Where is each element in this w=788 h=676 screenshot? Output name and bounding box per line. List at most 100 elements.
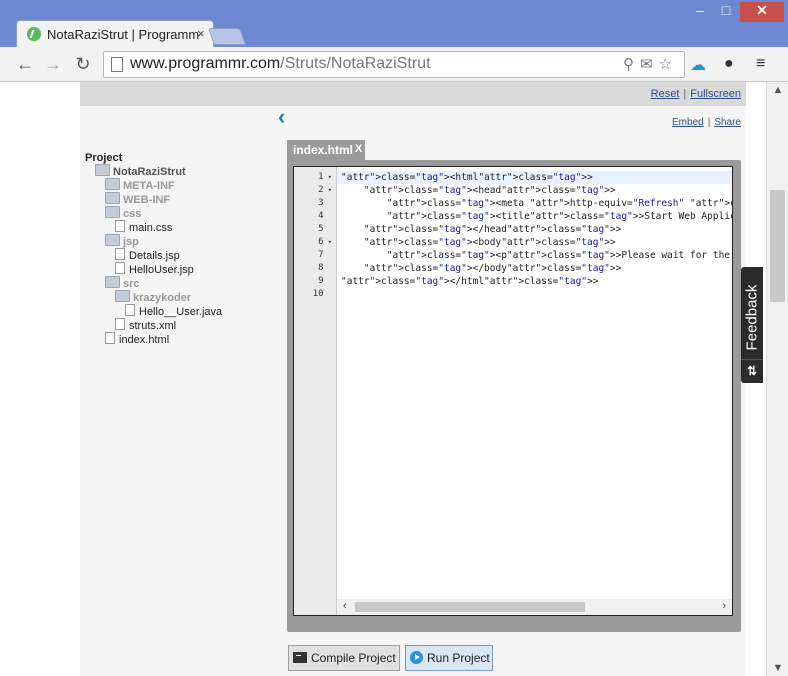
top-bar: Reset | Fullscreen	[80, 82, 746, 106]
url-path: /Struts/NotaRaziStrut	[280, 55, 431, 72]
folder-icon	[105, 178, 120, 190]
tree-item-label: WEB-INF	[123, 194, 171, 206]
compile-project-button[interactable]: Compile Project	[288, 645, 400, 671]
file-icon	[115, 262, 125, 274]
tree-folder[interactable]: src	[105, 276, 140, 290]
tab-close-icon[interactable]: ×	[197, 26, 205, 41]
reset-link[interactable]: Reset	[651, 88, 680, 100]
folder-icon	[115, 290, 130, 302]
reload-icon[interactable]: ↻	[72, 53, 94, 75]
code-editor[interactable]: 1 ▾ 2 ▾ 3 4 5 6 ▾ 7 8 9 10 "attr">class="ta…	[293, 166, 733, 616]
line-number: 7	[294, 250, 332, 260]
run-project-button[interactable]: Run Project	[405, 645, 493, 671]
scroll-up-icon[interactable]: ▲	[767, 84, 788, 96]
cloud-extension-icon[interactable]: ☁	[690, 55, 706, 75]
tree-folder[interactable]: WEB-INF	[105, 192, 170, 206]
horizontal-scrollbar[interactable]: ‹ ›	[337, 599, 732, 615]
horizontal-scroll-thumb[interactable]	[355, 602, 585, 612]
tree-root-label: Project	[85, 152, 123, 164]
vertical-scroll-thumb[interactable]	[770, 190, 785, 302]
tree-file[interactable]: Details.jsp	[115, 248, 180, 262]
separator: |	[707, 117, 711, 128]
line-number-text: 10	[312, 289, 324, 299]
fold-arrow-icon[interactable]: ▾	[324, 173, 332, 181]
fold-arrow-icon[interactable]: ▾	[324, 238, 332, 246]
scroll-down-icon[interactable]: ▼	[767, 662, 788, 674]
forward-arrow-icon[interactable]: →	[42, 53, 64, 75]
code-line: "attr">class="tag"><html"attr">class="ta…	[341, 172, 593, 183]
editor-tab-close-icon[interactable]: X	[355, 143, 362, 155]
code-line: "attr">class="tag"><body"attr">class="ta…	[363, 237, 616, 248]
vertical-scrollbar[interactable]: ▲ ▼	[766, 82, 788, 676]
back-arrow-icon[interactable]: ←	[14, 53, 36, 75]
tree-folder[interactable]: jsp	[105, 234, 139, 248]
line-number: 4	[294, 211, 332, 221]
scroll-left-icon[interactable]: ‹	[343, 600, 347, 612]
maximize-button[interactable]: □	[714, 2, 738, 22]
bookmark-star-icon[interactable]: ☆	[659, 56, 678, 73]
zoom-icon[interactable]: ⚲	[623, 56, 640, 73]
tree-item-label: jsp	[123, 236, 139, 248]
tree-file[interactable]: HelloUser.jsp	[115, 262, 194, 276]
code-line: "attr">class="tag"><meta "attr">http-equ…	[386, 198, 732, 209]
browser-toolbar: ← → ↻ www.programmr.com/Struts/NotaRaziS…	[0, 47, 788, 82]
tree-file[interactable]: struts.xml	[115, 318, 176, 332]
menu-icon[interactable]: ≡	[756, 55, 765, 73]
scroll-right-icon[interactable]: ›	[722, 600, 726, 612]
tree-folder[interactable]: krazykoder	[115, 290, 191, 304]
code-line: "attr">class="tag"><title"attr">class="t…	[386, 211, 732, 222]
file-icon	[125, 304, 135, 316]
address-bar[interactable]: www.programmr.com/Struts/NotaRaziStrut ⚲…	[103, 51, 685, 78]
minimize-button[interactable]: –	[688, 2, 712, 22]
tree-folder[interactable]: NotaRaziStrut	[95, 164, 186, 178]
top-links: Reset | Fullscreen	[651, 88, 741, 100]
share-link[interactable]: Share	[714, 117, 741, 128]
site-favicon-icon	[27, 27, 41, 41]
tree-item-label: NotaRaziStrut	[113, 166, 186, 178]
line-number: 2 ▾	[294, 185, 332, 195]
run-label: Run Project	[427, 651, 490, 665]
compile-label: Compile Project	[311, 651, 396, 665]
page-icon	[111, 57, 123, 72]
folder-icon	[105, 234, 120, 246]
fullscreen-link[interactable]: Fullscreen	[690, 88, 741, 100]
tree-item-label: css	[123, 208, 142, 220]
editor-tab-label: index.html	[293, 143, 354, 157]
fold-arrow-icon[interactable]: ▾	[324, 186, 332, 194]
tree-folder[interactable]: css	[105, 206, 141, 220]
file-icon	[115, 318, 125, 330]
tree-file[interactable]: main.css	[115, 220, 172, 234]
feedback-tab[interactable]: Feedback ⇅	[741, 267, 763, 383]
new-tab-button[interactable]	[207, 28, 247, 45]
keyhole-extension-icon[interactable]: ●	[724, 55, 734, 73]
project-tree: Project NotaRaziStrut META-INF WEB-INF css m…	[85, 152, 222, 346]
editor-tab-index-html[interactable]: index.html X	[287, 140, 365, 160]
tree-item-label: index.html	[119, 334, 170, 346]
file-icon	[115, 220, 125, 232]
tree-file[interactable]: index.html	[105, 332, 169, 346]
tree-item-label: main.css	[129, 222, 173, 234]
embed-link[interactable]: Embed	[672, 117, 704, 128]
close-window-button[interactable]: ✕	[740, 2, 784, 22]
tree-file[interactable]: Hello__User.java	[125, 304, 222, 318]
folder-icon	[105, 192, 120, 204]
extension-icon[interactable]: ✉	[640, 56, 659, 73]
line-number: 8	[294, 263, 332, 273]
separator: |	[683, 88, 687, 100]
url-text[interactable]: www.programmr.com/Struts/NotaRaziStrut	[130, 55, 431, 73]
file-icon	[115, 248, 125, 260]
tree-folder[interactable]: META-INF	[105, 178, 175, 192]
omnibox-icons[interactable]: ⚲✉☆	[623, 55, 678, 73]
content-panel: Reset | Fullscreen ‹ Embed | Share Project N…	[80, 82, 746, 676]
line-number: 5	[294, 224, 332, 234]
code-line: "attr">class="tag"><head"attr">class="ta…	[363, 185, 616, 196]
collapse-panel-icon[interactable]: ‹	[278, 104, 285, 130]
browser-tab[interactable]: NotaRaziStrut | Programm ×	[16, 20, 214, 48]
code-area[interactable]: "attr">class="tag"><html"attr">class="ta…	[337, 167, 732, 597]
